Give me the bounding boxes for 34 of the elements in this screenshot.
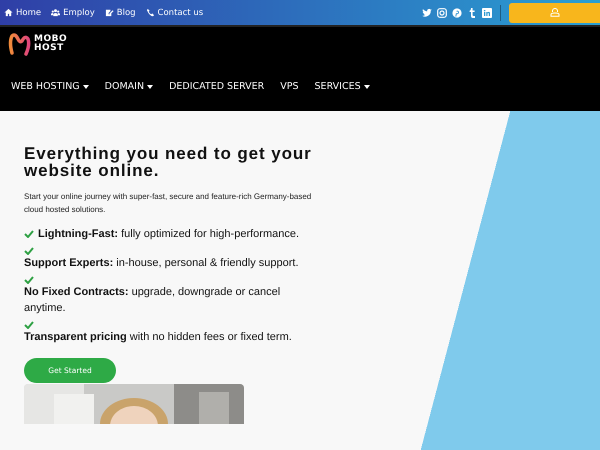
feature-text: Lightning-Fast: fully optimized for high-performance. — [38, 227, 300, 242]
people-icon — [51, 8, 60, 17]
check-icon — [24, 276, 34, 284]
top-link[interactable]: Blog — [104, 8, 136, 18]
phone-icon — [146, 8, 155, 17]
pinterest-icon[interactable] — [452, 8, 462, 18]
instagram-icon[interactable] — [437, 8, 447, 18]
twitter-icon[interactable] — [422, 8, 432, 18]
account-button[interactable] — [509, 2, 600, 22]
nav-item[interactable]: DOMAIN — [104, 81, 164, 92]
feature-text: Transparent pricing with no hidden fees or fixed term. — [24, 331, 292, 343]
caret-icon — [82, 84, 89, 88]
caret-icon — [364, 84, 370, 88]
top-link[interactable]: Contact us — [146, 8, 204, 18]
linkedin-icon[interactable] — [482, 8, 492, 18]
nav-item[interactable]: SERVICES — [314, 81, 380, 92]
caret-icon — [147, 84, 154, 88]
home-icon — [4, 8, 13, 17]
nav-item[interactable]: WEB HOSTING — [11, 81, 99, 92]
user-icon — [550, 8, 560, 17]
nav-item[interactable]: DEDICATED SERVER — [169, 81, 274, 92]
logo-text: MOBO — [34, 35, 68, 44]
tumblr-icon[interactable] — [467, 8, 477, 18]
top-link[interactable]: Home — [4, 8, 42, 18]
logo-icon[interactable] — [8, 32, 32, 56]
nav-item[interactable]: VPS — [280, 81, 309, 92]
hero-title: Everything you need to get your website online. — [24, 145, 313, 179]
check-icon — [24, 321, 34, 329]
feature-text: Support Experts: in-house, personal & friendly support. — [24, 257, 299, 269]
hero-subtitle: Start your online journey with super-fast, secure and feature-rich Germany-based cloud hosted solutions. — [24, 191, 312, 216]
edit-icon — [104, 8, 114, 17]
top-link[interactable]: Employ — [51, 8, 95, 18]
feature-text: No Fixed Contracts: upgrade, downgrade or cancel anytime. — [24, 286, 280, 314]
logo-text: HOST — [34, 44, 65, 53]
